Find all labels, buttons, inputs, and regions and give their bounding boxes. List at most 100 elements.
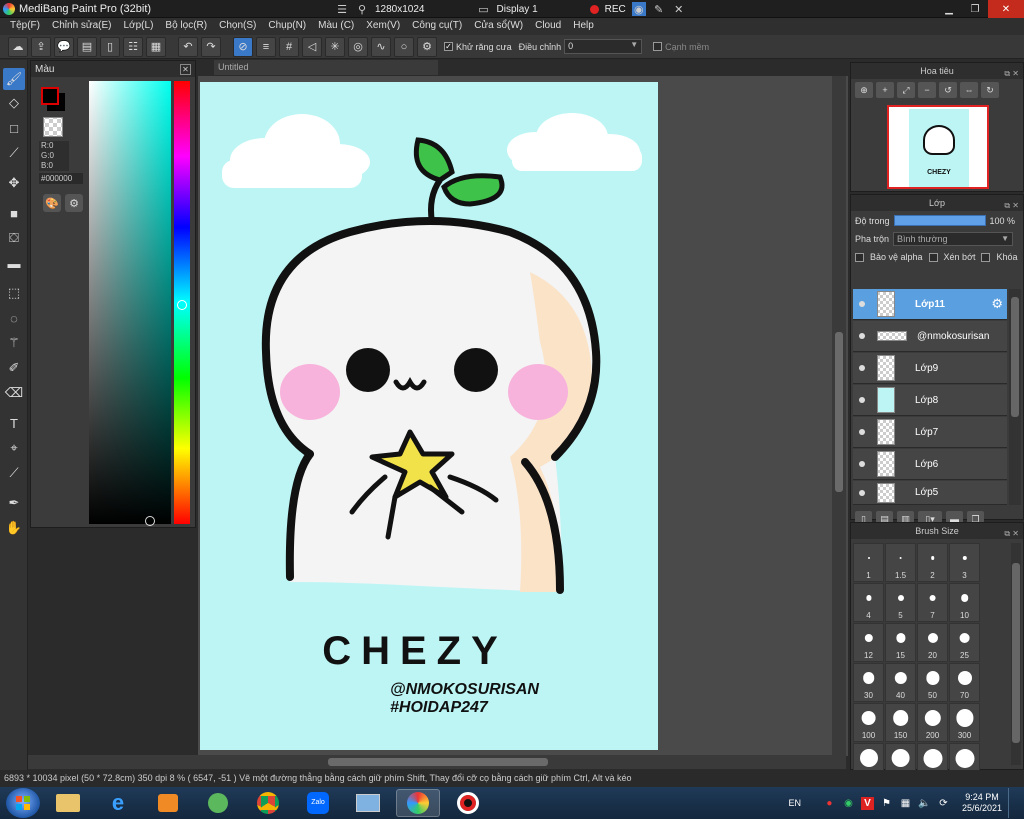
chat-icon[interactable]: ▤ (77, 36, 97, 57)
magic-wand-icon[interactable]: ⚚ (3, 332, 25, 354)
no-snap-icon[interactable]: ⊘ (233, 36, 253, 57)
settings-snap-icon[interactable]: ⚙ (417, 36, 437, 57)
brush-size-option[interactable]: 25 (949, 623, 980, 662)
select-pen-icon[interactable]: ✐ (3, 357, 25, 379)
layer-scrollbar[interactable] (1009, 289, 1021, 505)
canvas-vertical-scrollbar[interactable] (832, 76, 846, 756)
concentric-snap-icon[interactable]: ◎ (348, 36, 368, 57)
shape-tool-icon[interactable]: □ (3, 117, 25, 139)
share-icon[interactable]: ⇪ (31, 36, 51, 57)
menu-select[interactable]: Chọn(S) (213, 18, 262, 35)
display-label[interactable]: Display 1 (497, 4, 538, 15)
gradient-tool-icon[interactable]: ▬ (3, 252, 25, 274)
undo-icon[interactable]: ↶ (178, 36, 198, 57)
radial-snap-icon[interactable]: ✳ (325, 36, 345, 57)
grid-snap-icon[interactable]: # (279, 36, 299, 57)
brush-size-option[interactable]: 40 (885, 663, 916, 702)
document-tab[interactable]: Untitled (214, 60, 438, 75)
close-icon[interactable]: ✕ (180, 63, 191, 75)
visibility-icon[interactable] (859, 365, 865, 371)
menu-window[interactable]: Cửa sổ(W) (468, 18, 529, 35)
hue-cursor[interactable] (177, 300, 187, 310)
brush-size-option[interactable]: 300 (949, 703, 980, 742)
visibility-icon[interactable] (859, 333, 865, 339)
layer-item[interactable]: Lớp6 (853, 449, 1007, 480)
clock[interactable]: 9:24 PM 25/6/2021 (962, 792, 1002, 814)
navigator-preview[interactable]: CHEZY (887, 105, 989, 189)
camera-icon[interactable]: ◉ (631, 2, 646, 16)
layer-item[interactable]: Lớp7 (853, 417, 1007, 448)
brush-tool-icon[interactable]: 🖌 (3, 68, 25, 90)
brush-size-option[interactable]: 12 (853, 623, 884, 662)
blend-select[interactable]: Bình thường ▼ (893, 232, 1014, 246)
comment-icon[interactable]: 💬 (54, 36, 74, 57)
maximize-button[interactable]: ❐ (962, 0, 988, 18)
gear-icon[interactable]: ⚙ (991, 296, 1003, 312)
menu-icon[interactable]: ☰ (335, 2, 349, 16)
pin-icon[interactable]: ⚲ (355, 2, 369, 16)
brush-size-option[interactable]: 30 (853, 663, 884, 702)
antialias-checkbox[interactable]: ✓ (444, 42, 453, 51)
tray-v-icon[interactable]: V (860, 796, 874, 810)
brush-size-option[interactable]: 2 (917, 543, 948, 582)
lasso-icon[interactable]: ◌ (3, 307, 25, 329)
soft-edge-toggle[interactable]: Cạnh mềm (653, 42, 709, 52)
canvas-horizontal-scrollbar[interactable] (28, 755, 846, 769)
brush-size-option[interactable]: 5 (885, 583, 916, 622)
protect-alpha-checkbox[interactable] (855, 252, 864, 262)
saturation-value-picker[interactable] (89, 81, 171, 524)
brush-size-option[interactable]: 1 (853, 543, 884, 582)
brush-size-option[interactable]: 50 (917, 663, 948, 702)
tray-volume-icon[interactable]: 🔈 (918, 797, 931, 810)
text-tool-icon[interactable]: T (3, 412, 25, 434)
layer-scroll-thumb[interactable] (1011, 297, 1019, 417)
page-icon[interactable]: ▯ (100, 36, 120, 57)
menu-color[interactable]: Màu (C) (312, 18, 360, 35)
select-rect-icon[interactable]: ⬚ (3, 282, 25, 304)
visibility-icon[interactable] (859, 301, 865, 307)
brush-scroll-thumb[interactable] (1012, 563, 1020, 743)
panel-controls-icon[interactable]: ⧉ ✕ (1004, 198, 1019, 214)
image-app-icon[interactable] (346, 789, 390, 817)
brush-size-option[interactable]: 15 (885, 623, 916, 662)
antialias-toggle[interactable]: ✓ Khử răng cưa (444, 42, 512, 52)
tray-network-icon[interactable]: ▦ (899, 797, 912, 810)
media-player-icon[interactable] (146, 789, 190, 817)
zoom-in-icon[interactable]: + (876, 82, 894, 98)
operation-tool-icon[interactable]: ⌖ (3, 437, 25, 459)
circle-snap-icon[interactable]: ○ (394, 36, 414, 57)
chrome-app-icon[interactable] (246, 789, 290, 817)
visibility-icon[interactable] (859, 461, 865, 467)
layer-item[interactable]: Lớp11 ⚙ (853, 289, 1007, 320)
minimize-button[interactable]: ▁ (936, 0, 962, 18)
medibang-app-icon[interactable] (396, 789, 440, 817)
opacity-slider[interactable] (893, 215, 986, 226)
soft-edge-checkbox[interactable] (653, 42, 663, 51)
flip-icon[interactable]: ⇔ (960, 82, 978, 98)
close-button[interactable]: ✕ (988, 0, 1024, 18)
clip-checkbox[interactable] (928, 252, 938, 262)
visibility-icon[interactable] (859, 489, 865, 496)
tray-green-icon[interactable]: ◉ (842, 797, 855, 810)
transparent-swatch[interactable] (43, 117, 63, 137)
layer-item[interactable]: Lớp9 (853, 353, 1007, 384)
foreground-color-swatch[interactable] (41, 87, 59, 105)
layer-item[interactable]: Lớp8 (853, 385, 1007, 416)
vscroll-thumb[interactable] (835, 332, 843, 492)
perspective-snap-icon[interactable]: ◁ (302, 36, 322, 57)
brush-scrollbar[interactable] (1011, 543, 1021, 765)
menu-capture[interactable]: Chụp(N) (262, 18, 312, 35)
parallel-snap-icon[interactable]: ≡ (256, 36, 276, 57)
eyedropper-icon[interactable]: ✒ (3, 492, 25, 514)
palette-settings-icon[interactable]: ⚙ (65, 194, 83, 212)
brush-size-option[interactable]: 7 (917, 583, 948, 622)
menu-edit[interactable]: Chỉnh sửa(E) (46, 18, 118, 35)
brush-size-option[interactable]: 10 (949, 583, 980, 622)
curve-snap-icon[interactable]: ∿ (371, 36, 391, 57)
menu-filter[interactable]: Bộ lọc(R) (159, 18, 213, 35)
bucket-tool-icon[interactable]: ⛋ (3, 227, 25, 249)
brush-size-option[interactable]: 1.5 (885, 543, 916, 582)
brush-size-option[interactable]: 200 (917, 703, 948, 742)
ie-app-icon[interactable]: e (96, 789, 140, 817)
fill-rect-tool-icon[interactable]: ■ (3, 202, 25, 224)
